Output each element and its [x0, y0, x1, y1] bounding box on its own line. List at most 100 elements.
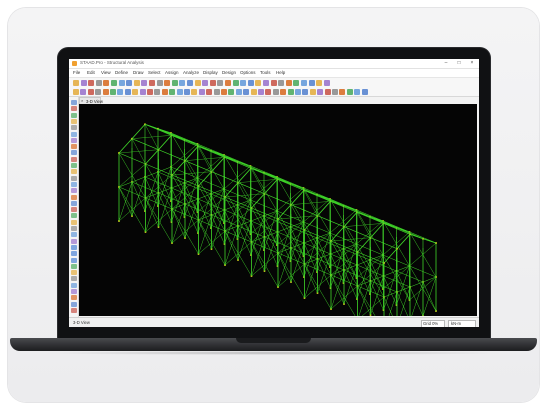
- left-toolbar-button-icon[interactable]: [70, 131, 77, 137]
- toolbar-button-icon[interactable]: [156, 79, 163, 86]
- left-toolbar-button-icon[interactable]: [70, 181, 77, 187]
- left-toolbar-button-icon[interactable]: [70, 106, 77, 112]
- toolbar-button-icon[interactable]: [95, 88, 102, 95]
- menu-edit[interactable]: Edit: [87, 70, 95, 75]
- toolbar-button-icon[interactable]: [332, 88, 338, 95]
- toolbar-button-icon[interactable]: [308, 79, 315, 86]
- toolbar-button-icon[interactable]: [309, 88, 316, 95]
- menu-view[interactable]: View: [101, 70, 111, 75]
- status-units-box[interactable]: kN-m: [448, 319, 476, 327]
- menu-help[interactable]: Help: [276, 70, 285, 75]
- menu-define[interactable]: Define: [115, 70, 128, 75]
- left-toolbar-button-icon[interactable]: [70, 169, 77, 175]
- toolbar-button-icon[interactable]: [124, 88, 131, 95]
- toolbar-button-icon[interactable]: [361, 88, 368, 95]
- toolbar-button-icon[interactable]: [161, 88, 168, 95]
- menu-tools[interactable]: Tools: [260, 70, 271, 75]
- toolbar-button-icon[interactable]: [255, 79, 262, 86]
- toolbar-button-icon[interactable]: [217, 79, 224, 86]
- left-toolbar-button-icon[interactable]: [70, 137, 77, 143]
- left-toolbar-button-icon[interactable]: [70, 244, 77, 250]
- maximize-icon[interactable]: □: [454, 60, 464, 66]
- toolbar-button-icon[interactable]: [228, 88, 235, 95]
- model-viewport[interactable]: [79, 104, 477, 316]
- left-toolbar-button-icon[interactable]: [70, 150, 77, 156]
- close-icon[interactable]: ×: [467, 60, 477, 66]
- left-toolbar-button-icon[interactable]: [70, 238, 77, 244]
- left-toolbar-button-icon[interactable]: [70, 301, 77, 307]
- toolbar-button-icon[interactable]: [141, 79, 148, 86]
- toolbar-button-icon[interactable]: [213, 88, 220, 95]
- left-toolbar-button-icon[interactable]: [70, 188, 77, 194]
- toolbar-button-icon[interactable]: [287, 88, 294, 95]
- toolbar-button-icon[interactable]: [295, 88, 301, 95]
- toolbar-button-icon[interactable]: [198, 88, 205, 95]
- left-toolbar-button-icon[interactable]: [70, 112, 77, 118]
- menu-design[interactable]: Design: [222, 70, 236, 75]
- left-toolbar-button-icon[interactable]: [70, 156, 77, 162]
- menu-file[interactable]: File: [73, 70, 80, 75]
- toolbar-button-icon[interactable]: [103, 79, 110, 86]
- left-toolbar-button-icon[interactable]: [70, 213, 77, 219]
- left-toolbar-button-icon[interactable]: [70, 144, 77, 150]
- left-toolbar-button-icon[interactable]: [70, 307, 77, 313]
- toolbar-button-icon[interactable]: [194, 79, 201, 86]
- toolbar-button-icon[interactable]: [154, 88, 161, 95]
- toolbar-button-icon[interactable]: [133, 79, 140, 86]
- toolbar-button-icon[interactable]: [149, 79, 155, 86]
- toolbar-button-icon[interactable]: [202, 79, 209, 86]
- toolbar-button-icon[interactable]: [240, 79, 247, 86]
- left-toolbar-button-icon[interactable]: [70, 257, 77, 263]
- toolbar-button-icon[interactable]: [221, 88, 227, 95]
- toolbar-button-icon[interactable]: [324, 88, 331, 95]
- left-toolbar-button-icon[interactable]: [70, 295, 77, 301]
- toolbar-button-icon[interactable]: [225, 79, 231, 86]
- toolbar-button-icon[interactable]: [272, 88, 279, 95]
- toolbar-button-icon[interactable]: [126, 79, 133, 86]
- toolbar-button-icon[interactable]: [73, 79, 79, 86]
- toolbar-button-icon[interactable]: [88, 79, 95, 86]
- toolbar-button-icon[interactable]: [302, 88, 309, 95]
- toolbar-button-icon[interactable]: [132, 88, 139, 95]
- toolbar-button-icon[interactable]: [73, 88, 79, 95]
- toolbar-button-icon[interactable]: [169, 88, 176, 95]
- toolbar-button-icon[interactable]: [317, 88, 324, 95]
- toolbar-button-icon[interactable]: [179, 79, 186, 86]
- toolbar-button-icon[interactable]: [258, 88, 264, 95]
- toolbar-button-icon[interactable]: [191, 88, 198, 95]
- toolbar-button-icon[interactable]: [110, 88, 116, 95]
- toolbar-button-icon[interactable]: [80, 79, 87, 86]
- toolbar-button-icon[interactable]: [187, 79, 193, 86]
- toolbar-button-icon[interactable]: [206, 88, 213, 95]
- toolbar-button-icon[interactable]: [117, 88, 124, 95]
- menu-assign[interactable]: Assign: [165, 70, 179, 75]
- toolbar-button-icon[interactable]: [87, 88, 94, 95]
- toolbar-button-icon[interactable]: [102, 88, 109, 95]
- toolbar-button-icon[interactable]: [301, 79, 307, 86]
- toolbar-button-icon[interactable]: [164, 79, 171, 86]
- menu-analyze[interactable]: Analyze: [183, 70, 199, 75]
- toolbar-button-icon[interactable]: [339, 88, 346, 95]
- toolbar-button-icon[interactable]: [171, 79, 178, 86]
- toolbar-button-icon[interactable]: [323, 79, 330, 86]
- toolbar-button-icon[interactable]: [80, 88, 87, 95]
- left-toolbar-button-icon[interactable]: [70, 100, 77, 105]
- left-toolbar-button-icon[interactable]: [70, 219, 77, 225]
- toolbar-button-icon[interactable]: [250, 88, 257, 95]
- left-toolbar-button-icon[interactable]: [70, 163, 77, 168]
- left-toolbar-button-icon[interactable]: [70, 118, 77, 124]
- left-toolbar-button-icon[interactable]: [70, 226, 77, 231]
- toolbar-button-icon[interactable]: [263, 79, 269, 86]
- toolbar-button-icon[interactable]: [265, 88, 272, 95]
- toolbar-button-icon[interactable]: [278, 79, 285, 86]
- minimize-icon[interactable]: –: [441, 60, 451, 66]
- toolbar-button-icon[interactable]: [316, 79, 323, 86]
- toolbar-button-icon[interactable]: [280, 88, 287, 95]
- menu-display[interactable]: Display: [203, 70, 218, 75]
- toolbar-button-icon[interactable]: [184, 88, 190, 95]
- toolbar-button-icon[interactable]: [285, 79, 292, 86]
- left-toolbar-button-icon[interactable]: [70, 200, 77, 206]
- left-toolbar-button-icon[interactable]: [70, 232, 77, 238]
- toolbar-button-icon[interactable]: [118, 79, 125, 86]
- left-toolbar-button-icon[interactable]: [70, 194, 77, 200]
